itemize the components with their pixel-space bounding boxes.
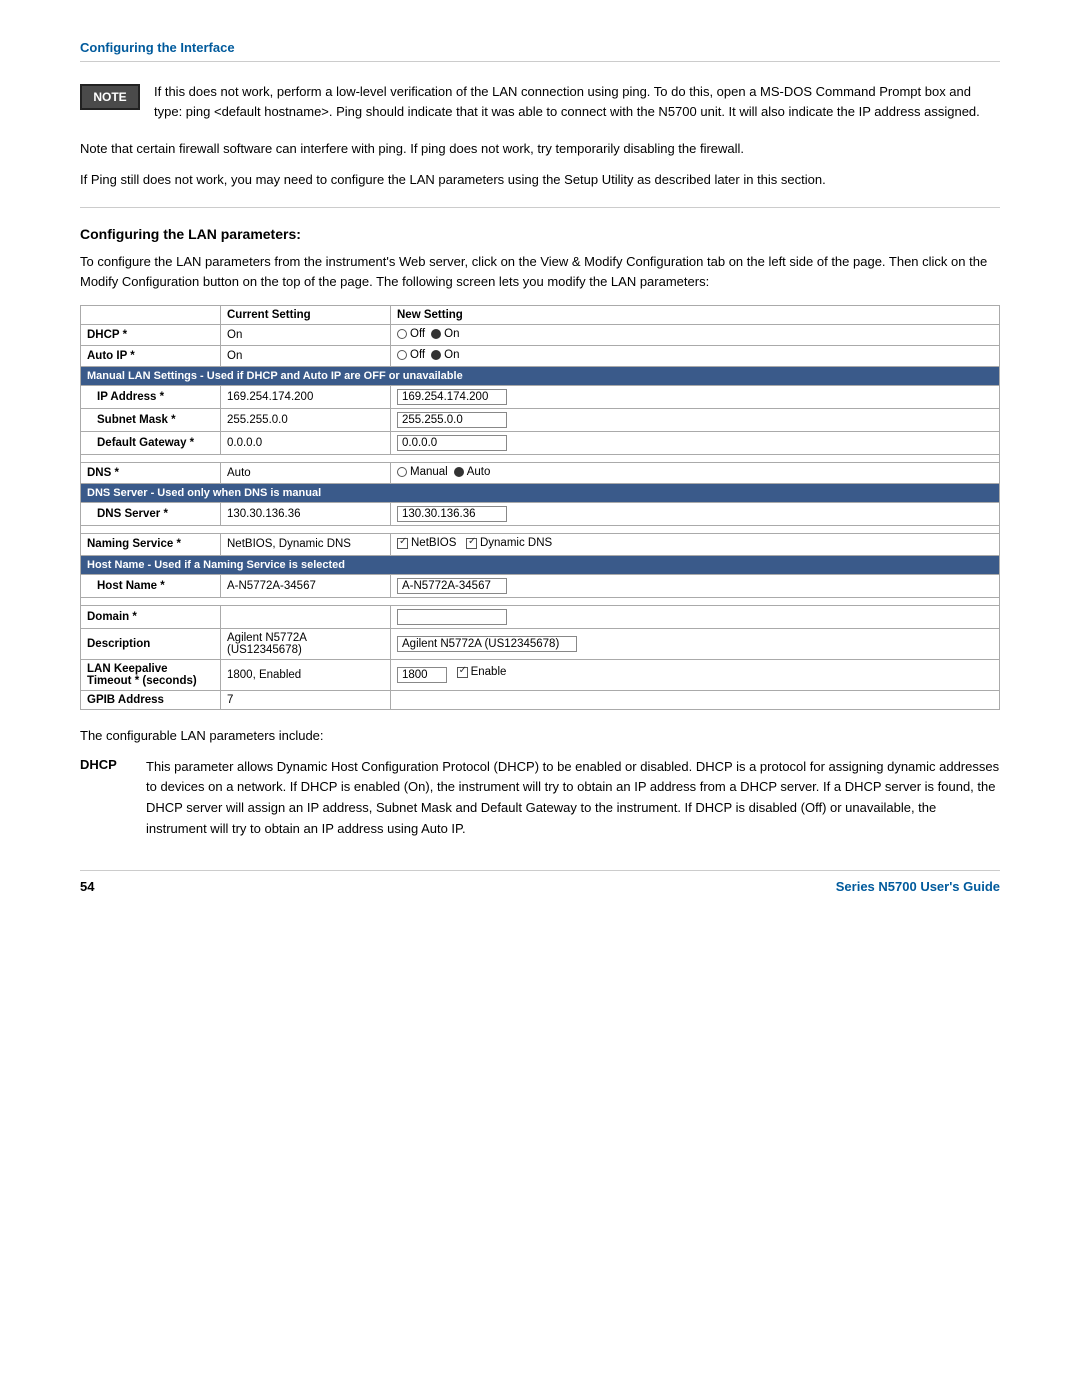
- row-new-subnetmask[interactable]: 255.255.0.0: [391, 409, 1000, 432]
- col-header-current: Current Setting: [221, 306, 391, 325]
- table-row: Subnet Mask * 255.255.0.0 255.255.0.0: [81, 409, 1000, 432]
- row-label-gpib: GPIB Address: [81, 690, 221, 709]
- row-current-dhcp: On: [221, 325, 391, 346]
- table-row-empty-1: [81, 455, 1000, 463]
- row-label-ipaddress: IP Address *: [81, 386, 221, 409]
- row-current-defaultgateway: 0.0.0.0: [221, 432, 391, 455]
- row-new-hostname[interactable]: A-N5772A-34567: [391, 574, 1000, 597]
- row-new-domain[interactable]: [391, 605, 1000, 628]
- table-row: Domain *: [81, 605, 1000, 628]
- row-current-dns: Auto: [221, 463, 391, 484]
- table-row: GPIB Address 7: [81, 690, 1000, 709]
- table-header-row: Current Setting New Setting: [81, 306, 1000, 325]
- row-new-description[interactable]: Agilent N5772A (US12345678): [391, 628, 1000, 659]
- row-label-subnetmask: Subnet Mask *: [81, 409, 221, 432]
- col-header-label: [81, 306, 221, 325]
- table-row: IP Address * 169.254.174.200 169.254.174…: [81, 386, 1000, 409]
- section-label-dns: DNS Server - Used only when DNS is manua…: [81, 484, 1000, 503]
- note-label: NOTE: [80, 84, 140, 110]
- row-new-dhcp[interactable]: Off On: [391, 325, 1000, 346]
- section-label-hostname: Host Name - Used if a Naming Service is …: [81, 555, 1000, 574]
- row-current-keepalive: 1800, Enabled: [221, 659, 391, 690]
- table-row: DNS * Auto Manual Auto: [81, 463, 1000, 484]
- note-text: If this does not work, perform a low-lev…: [154, 82, 1000, 121]
- page-title: Configuring the Interface: [80, 40, 235, 55]
- row-new-autoip[interactable]: Off On: [391, 346, 1000, 367]
- dhcp-text: This parameter allows Dynamic Host Confi…: [146, 757, 1000, 840]
- table-row: LAN Keepalive Timeout * (seconds) 1800, …: [81, 659, 1000, 690]
- row-current-description: Agilent N5772A (US12345678): [221, 628, 391, 659]
- table-row: DNS Server * 130.30.136.36 130.30.136.36: [81, 503, 1000, 526]
- table-section-row-manual: Manual LAN Settings - Used if DHCP and A…: [81, 367, 1000, 386]
- lan-table: Current Setting New Setting DHCP * On Of…: [80, 305, 1000, 710]
- paragraph-1: Note that certain firewall software can …: [80, 139, 1000, 160]
- row-label-dhcp: DHCP *: [81, 325, 221, 346]
- table-section-row-dns: DNS Server - Used only when DNS is manua…: [81, 484, 1000, 503]
- table-row-empty-2: [81, 526, 1000, 534]
- page-footer: 54 Series N5700 User's Guide: [80, 870, 1000, 894]
- section-body: To configure the LAN parameters from the…: [80, 252, 1000, 294]
- table-row: Default Gateway * 0.0.0.0 0.0.0.0: [81, 432, 1000, 455]
- footer-page-number: 54: [80, 879, 94, 894]
- table-row: Description Agilent N5772A (US12345678) …: [81, 628, 1000, 659]
- paragraph-2: If Ping still does not work, you may nee…: [80, 170, 1000, 191]
- row-new-gpib: [391, 690, 1000, 709]
- row-new-defaultgateway[interactable]: 0.0.0.0: [391, 432, 1000, 455]
- row-current-namingservice: NetBIOS, Dynamic DNS: [221, 534, 391, 556]
- row-new-keepalive[interactable]: 1800 Enable: [391, 659, 1000, 690]
- page-header: Configuring the Interface: [80, 40, 1000, 62]
- dhcp-section: DHCP This parameter allows Dynamic Host …: [80, 757, 1000, 840]
- row-new-ipaddress[interactable]: 169.254.174.200: [391, 386, 1000, 409]
- table-row-empty-3: [81, 597, 1000, 605]
- row-current-autoip: On: [221, 346, 391, 367]
- table-section-row-hostname: Host Name - Used if a Naming Service is …: [81, 555, 1000, 574]
- table-row: Auto IP * On Off On: [81, 346, 1000, 367]
- section-heading: Configuring the LAN parameters:: [80, 226, 1000, 242]
- row-new-dnsserver[interactable]: 130.30.136.36: [391, 503, 1000, 526]
- table-row: Naming Service * NetBIOS, Dynamic DNS Ne…: [81, 534, 1000, 556]
- divider: [80, 207, 1000, 208]
- configurable-intro: The configurable LAN parameters include:: [80, 728, 1000, 743]
- row-current-ipaddress: 169.254.174.200: [221, 386, 391, 409]
- row-current-hostname: A-N5772A-34567: [221, 574, 391, 597]
- row-new-namingservice[interactable]: NetBIOS Dynamic DNS: [391, 534, 1000, 556]
- row-label-defaultgateway: Default Gateway *: [81, 432, 221, 455]
- row-current-domain: [221, 605, 391, 628]
- row-new-dns[interactable]: Manual Auto: [391, 463, 1000, 484]
- row-current-gpib: 7: [221, 690, 391, 709]
- col-header-new: New Setting: [391, 306, 1000, 325]
- row-label-dnsserver: DNS Server *: [81, 503, 221, 526]
- row-label-namingservice: Naming Service *: [81, 534, 221, 556]
- row-label-domain: Domain *: [81, 605, 221, 628]
- footer-guide-title: Series N5700 User's Guide: [836, 879, 1000, 894]
- note-box: NOTE If this does not work, perform a lo…: [80, 82, 1000, 121]
- row-label-hostname: Host Name *: [81, 574, 221, 597]
- row-label-keepalive: LAN Keepalive Timeout * (seconds): [81, 659, 221, 690]
- row-label-dns: DNS *: [81, 463, 221, 484]
- section-label-manual: Manual LAN Settings - Used if DHCP and A…: [81, 367, 1000, 386]
- table-row: Host Name * A-N5772A-34567 A-N5772A-3456…: [81, 574, 1000, 597]
- row-current-subnetmask: 255.255.0.0: [221, 409, 391, 432]
- row-label-autoip: Auto IP *: [81, 346, 221, 367]
- row-current-dnsserver: 130.30.136.36: [221, 503, 391, 526]
- table-row: DHCP * On Off On: [81, 325, 1000, 346]
- dhcp-label: DHCP: [80, 757, 130, 840]
- row-label-description: Description: [81, 628, 221, 659]
